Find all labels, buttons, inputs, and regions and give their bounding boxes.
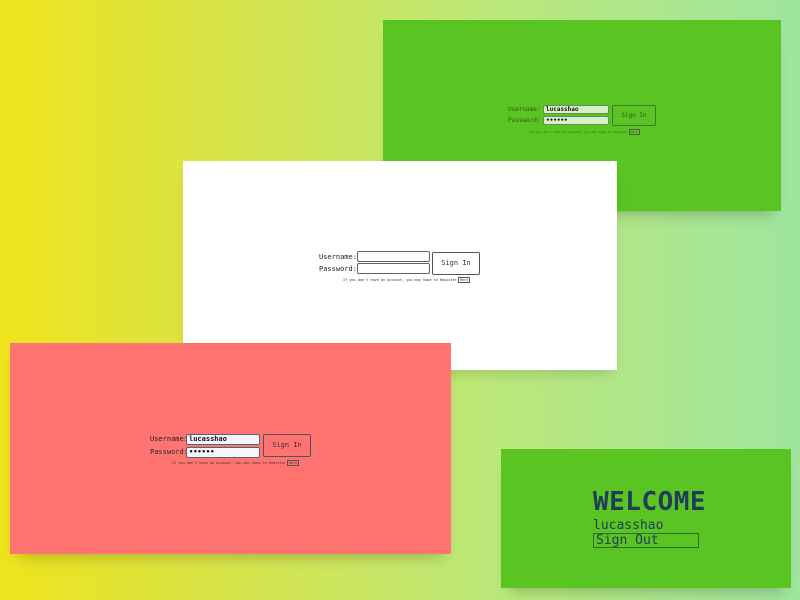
- password-input[interactable]: ••••••: [543, 116, 609, 125]
- register-here-link[interactable]: Here: [628, 129, 640, 135]
- password-input[interactable]: [357, 263, 430, 274]
- register-hint-text: If you don't have an account, you may ho…: [172, 461, 286, 465]
- sign-in-button[interactable]: Sign In: [612, 105, 656, 126]
- login-panel-red: Username: lucasshao Password: •••••• Sig…: [10, 343, 451, 554]
- login-panel-white: Username: Password: Sign In If you don't…: [183, 161, 617, 370]
- register-here-link[interactable]: Here: [457, 277, 471, 283]
- password-label: Password:: [508, 117, 541, 124]
- username-label: Username:: [319, 253, 357, 261]
- register-hint: If you don't have an account, you may ho…: [530, 129, 640, 135]
- username-label: Username:: [508, 106, 541, 113]
- password-label: Password:: [319, 265, 357, 273]
- sign-in-button[interactable]: Sign In: [263, 434, 311, 457]
- username-input[interactable]: [357, 251, 430, 262]
- welcome-title: WELCOME: [593, 487, 707, 517]
- password-input[interactable]: ••••••: [186, 447, 260, 458]
- register-hint-text: If you don't have an account, you may ho…: [343, 278, 457, 282]
- username-input[interactable]: lucasshao: [543, 105, 609, 114]
- sign-in-button[interactable]: Sign In: [432, 252, 480, 275]
- sign-out-button[interactable]: Sign Out: [593, 533, 699, 548]
- register-here-link[interactable]: Here: [286, 460, 300, 466]
- register-hint-text: If you don't have an account, you may ho…: [530, 130, 628, 134]
- welcome-panel: WELCOME lucasshao Sign Out: [501, 449, 791, 588]
- register-hint: If you don't have an account, you may ho…: [172, 460, 300, 466]
- username-input[interactable]: lucasshao: [186, 434, 260, 445]
- username-label: Username:: [150, 435, 188, 443]
- welcome-username: lucasshao: [593, 518, 664, 533]
- register-hint: If you don't have an account, you may ho…: [343, 277, 471, 283]
- password-label: Password:: [150, 448, 188, 456]
